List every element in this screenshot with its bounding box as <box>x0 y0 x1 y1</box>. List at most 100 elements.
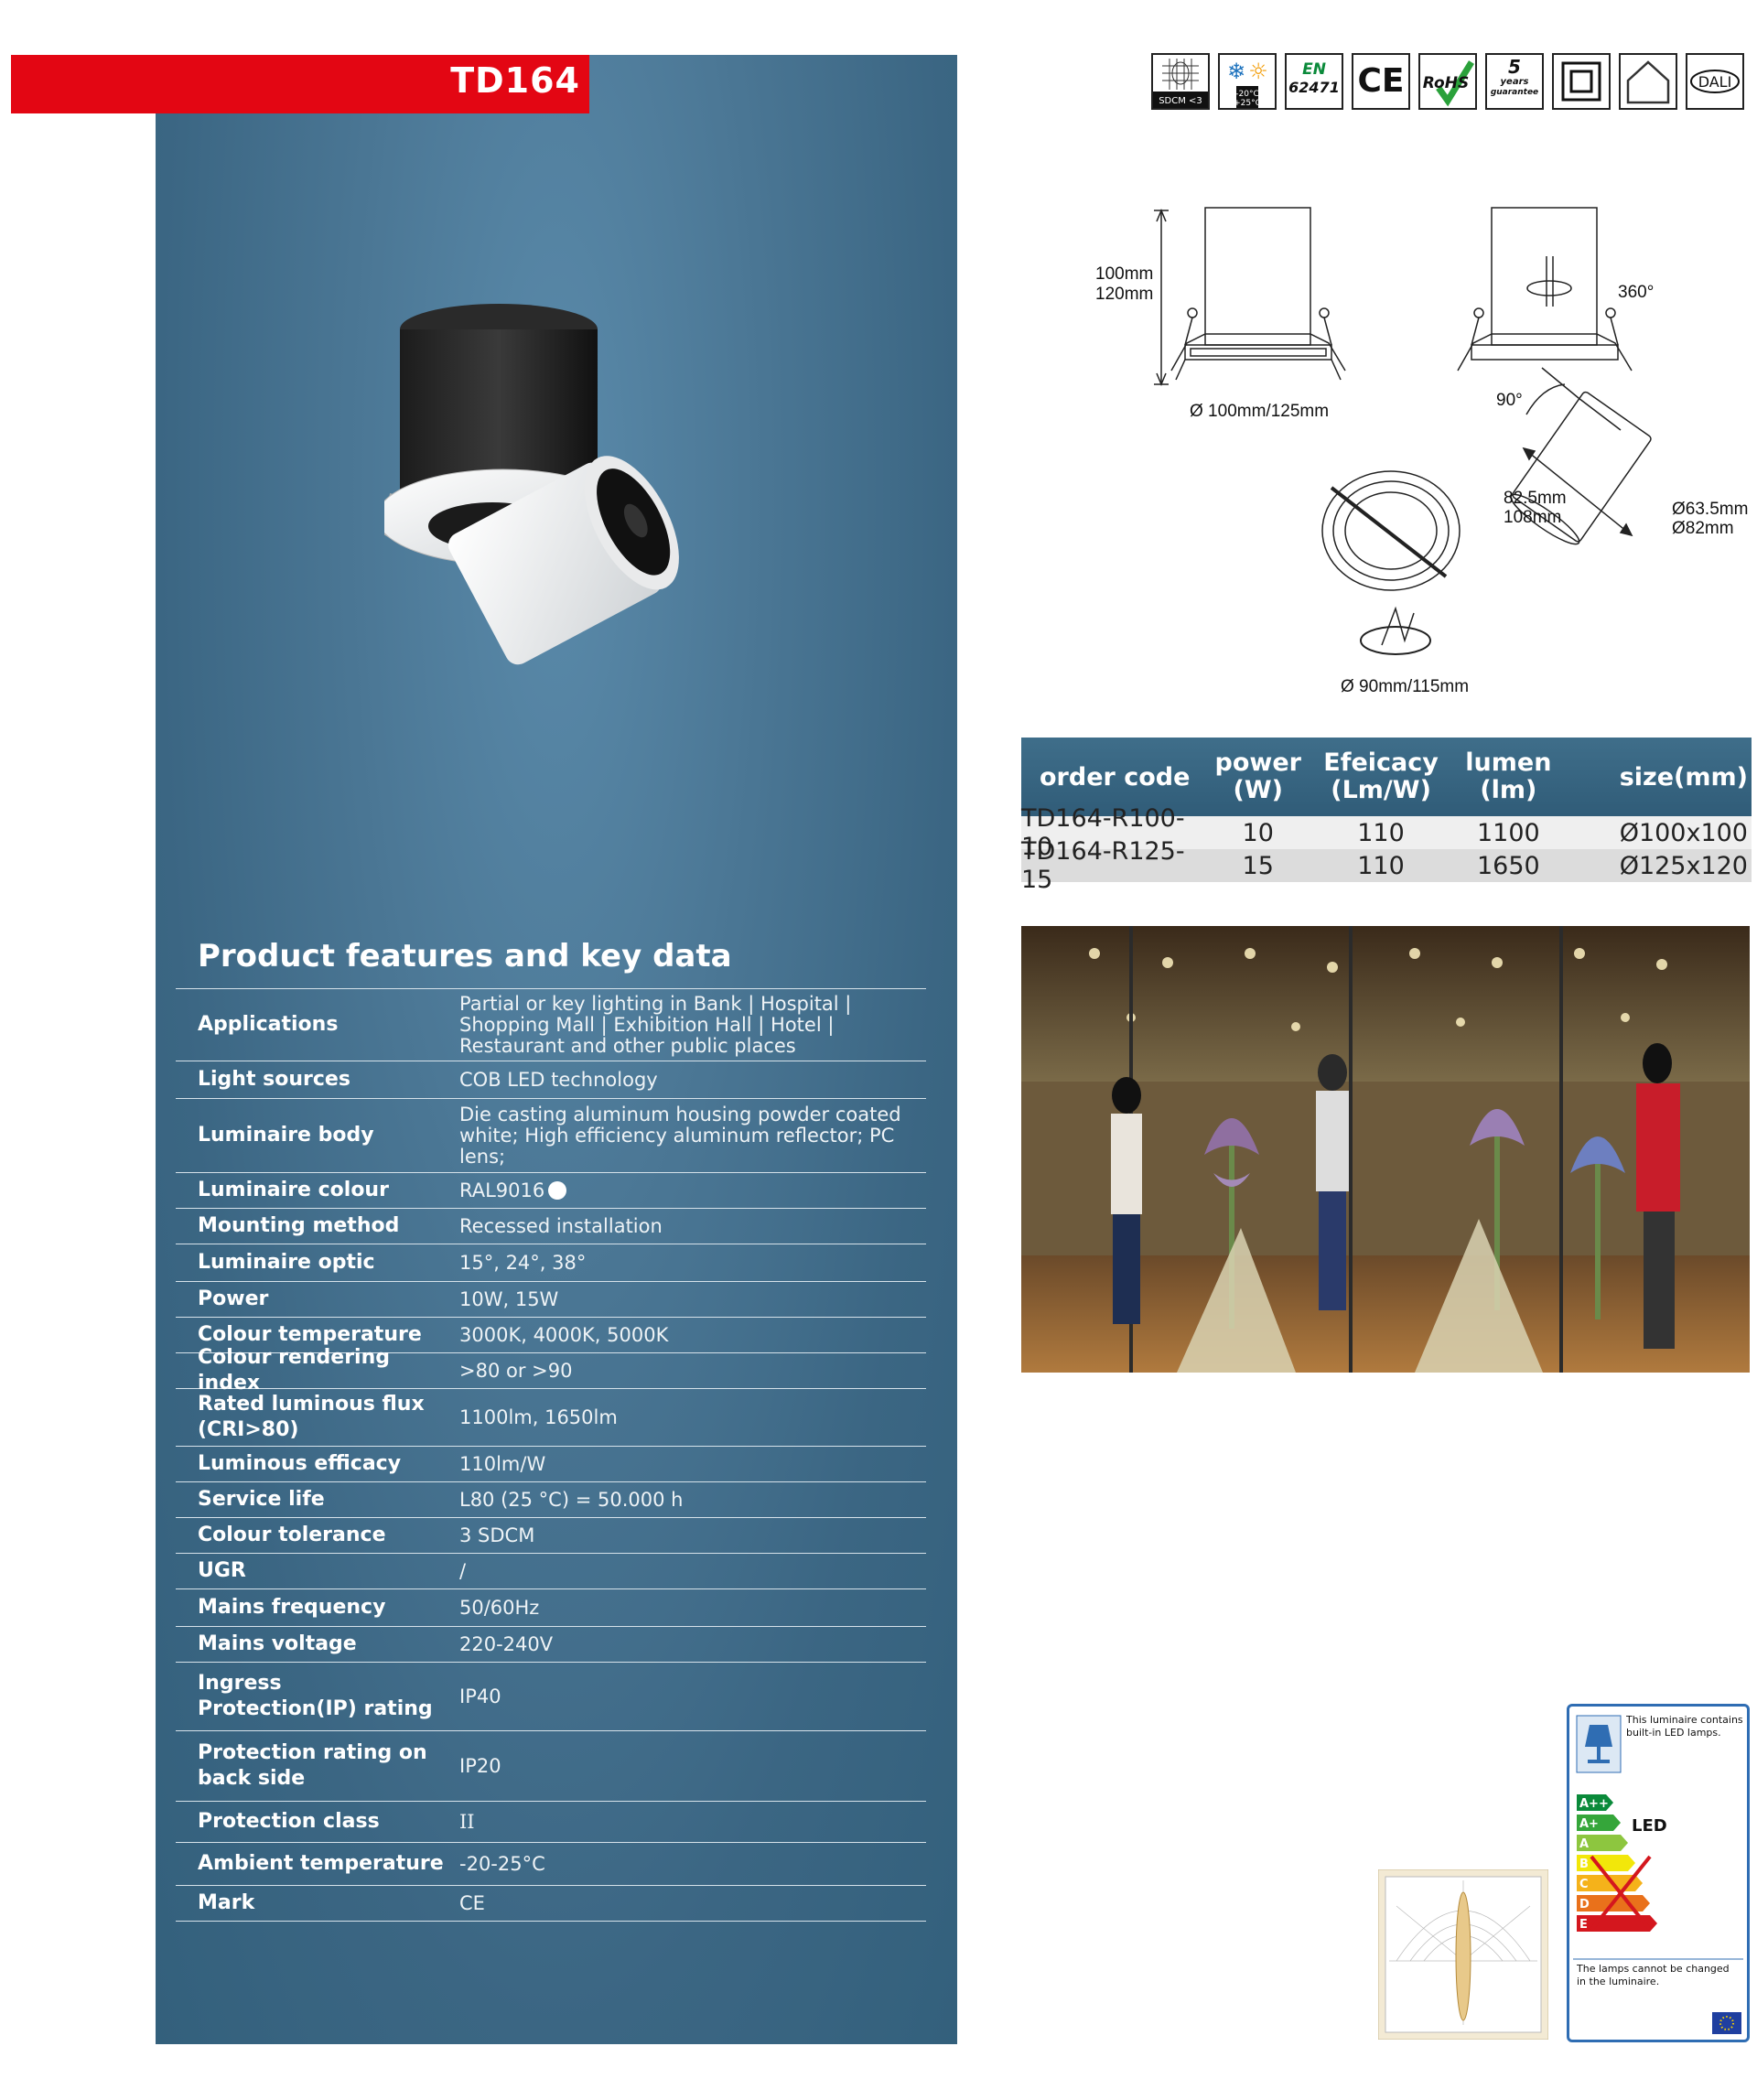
feature-value: L80 (25 °C) = 50.000 h <box>459 1488 684 1511</box>
feature-row-mains-voltage: Mains voltage 220-240V <box>176 1627 926 1663</box>
cell-lumen: 1650 <box>1476 851 1540 880</box>
feature-label: Ingress Protection(IP) rating <box>198 1672 433 1720</box>
warranty-years: 5 <box>1508 56 1521 78</box>
sdcm-icon: SDCM <3 <box>1151 53 1210 110</box>
svg-text:A+: A+ <box>1579 1817 1599 1831</box>
feature-label: Luminaire colour <box>198 1179 389 1201</box>
table-row: TD164-R125-15 15 110 1650 Ø125x120 <box>1021 837 1752 894</box>
feature-row-luminaire-colour: Luminaire colour RAL9016 <box>176 1173 926 1209</box>
cell-size: Ø125x120 <box>1619 851 1748 880</box>
en-label: EN <box>1302 60 1326 79</box>
feature-row-ugr: UGR / <box>176 1554 926 1589</box>
polar-diagram <box>1378 1869 1548 2040</box>
certification-icons: SDCM <3 ❄ ☼ -20°C +25°C EN 62471 CE RoHS… <box>1151 53 1744 110</box>
feature-row-back-side-rating: Protection rating on back side IP20 <box>176 1731 926 1802</box>
feature-row-ip-rating: Ingress Protection(IP) rating IP40 <box>176 1663 926 1731</box>
feature-row-mains-frequency: Mains frequency 50/60Hz <box>176 1589 926 1627</box>
dimension-drawings: 100mm 120mm Ø 100mm/125mm 360° 90° 82.5m… <box>1095 207 1748 696</box>
feature-value: IP40 <box>459 1685 501 1707</box>
dim-head-diameter: Ø63.5mm <box>1672 500 1748 519</box>
feature-label: Mounting method <box>198 1214 400 1237</box>
feature-label: Rated luminous flux (CRI>80) <box>198 1393 425 1441</box>
cell-power: 15 <box>1242 851 1274 880</box>
feature-value: 220-240V <box>459 1632 554 1655</box>
svg-text:D: D <box>1579 1898 1590 1912</box>
ce-icon: CE <box>1352 53 1410 110</box>
feature-value: / <box>459 1559 467 1582</box>
rohs-icon: RoHS <box>1418 53 1477 110</box>
energy-bottom-text: The lamps cannot be changed in the lumin… <box>1577 1963 1730 1987</box>
feature-label: Colour temperature <box>198 1323 422 1346</box>
cell-power: 10 <box>1242 818 1274 847</box>
sdcm-label: SDCM <3 <box>1159 96 1202 106</box>
feature-value: 50/60Hz <box>459 1596 540 1619</box>
feature-value: RAL9016 <box>459 1179 545 1201</box>
cell-order-code: TD164-R125-15 <box>1021 837 1185 894</box>
application-photo <box>1021 926 1750 1373</box>
cell-efficacy: 110 <box>1357 818 1405 847</box>
svg-text:RoHS: RoHS <box>1423 74 1469 92</box>
en-standard-icon: EN 62471 <box>1285 53 1343 110</box>
dim-head-diameter-2: Ø82mm <box>1672 519 1734 538</box>
feature-label: Mains frequency <box>198 1596 386 1619</box>
feature-value: IP20 <box>459 1754 501 1777</box>
feature-row-optic: Luminaire optic 15°, 24°, 38° <box>176 1244 926 1282</box>
feature-value: 1100lm, 1650lm <box>459 1405 618 1428</box>
indoor-icon <box>1619 53 1677 110</box>
en-number: 62471 <box>1288 79 1340 96</box>
features-table: Applications Partial or key lighting in … <box>176 988 926 1922</box>
feature-row-ambient-temperature: Ambient temperature -20-25°C <box>176 1843 926 1886</box>
temperature-icon: ❄ ☼ -20°C +25°C <box>1218 53 1277 110</box>
order-table: order code power (W) Efeicacy (Lm/W) lum… <box>1021 738 1752 894</box>
class-ii-icon <box>1552 53 1611 110</box>
svg-text:☼: ☼ <box>1248 59 1268 84</box>
cell-efficacy: 110 <box>1357 851 1405 880</box>
feature-value-colour: RAL9016 <box>459 1179 935 1201</box>
feature-label: Applications <box>198 1013 339 1036</box>
warranty-icon: 5 years guarantee <box>1485 53 1544 110</box>
feature-row-cri: Colour rendering index >80 or >90 <box>176 1346 926 1395</box>
feature-value: 3000K, 4000K, 5000K <box>459 1323 669 1346</box>
feature-value: 110lm/W <box>459 1452 546 1475</box>
colour-swatch <box>548 1180 567 1200</box>
feature-label: Protection class <box>198 1810 380 1833</box>
warranty-unit: years <box>1500 77 1529 87</box>
cell-size: Ø100x100 <box>1619 818 1748 847</box>
dim-length-2: 108mm <box>1504 508 1561 527</box>
feature-value: >80 or >90 <box>459 1359 573 1382</box>
dim-tilt: 90° <box>1496 391 1523 410</box>
dim-diameter: Ø 100mm/125mm <box>1190 402 1329 421</box>
feature-value: II <box>459 1810 475 1833</box>
feature-label: Service life <box>198 1488 325 1511</box>
dim-height: 100mm <box>1095 264 1153 284</box>
feature-value: 10W, 15W <box>459 1287 559 1310</box>
col-size: size(mm) <box>1619 762 1749 792</box>
col-efficacy: Efeicacy (Lm/W) <box>1323 748 1439 804</box>
col-order-code: order code <box>1040 762 1191 792</box>
svg-text:DALI: DALI <box>1698 73 1732 91</box>
dim-rotation: 360° <box>1618 283 1654 302</box>
feature-value: -20-25°C <box>459 1852 545 1875</box>
feature-label: UGR <box>198 1559 246 1582</box>
feature-label: Luminaire body <box>198 1124 374 1147</box>
product-photo <box>384 304 679 665</box>
feature-label: Protection rating on back side <box>198 1741 427 1790</box>
feature-value: Recessed installation <box>459 1214 663 1237</box>
feature-row-luminous-flux: Rated luminous flux (CRI>80) 1100lm, 165… <box>176 1389 926 1447</box>
feature-value: 3 SDCM <box>459 1524 535 1546</box>
cell-lumen: 1100 <box>1476 818 1540 847</box>
energy-label: This luminaire contains built-in LED lam… <box>1567 1704 1750 2042</box>
feature-value: CE <box>459 1891 485 1914</box>
feature-label: Mark <box>198 1891 255 1914</box>
feature-label: Colour tolerance <box>198 1524 386 1546</box>
col-lumen: lumen (lm) <box>1465 748 1552 804</box>
feature-row-efficacy: Luminous efficacy 110lm/W <box>176 1447 926 1482</box>
svg-text:+25°C: +25°C <box>1234 99 1261 108</box>
feature-label: Light sources <box>198 1068 350 1091</box>
feature-label: Ambient temperature <box>198 1852 444 1875</box>
energy-top-text: This luminaire contains built-in LED lam… <box>1626 1714 1743 1739</box>
side-view-drawing <box>1154 207 1346 386</box>
dim-cutout: Ø 90mm/115mm <box>1341 677 1469 696</box>
svg-text:E: E <box>1579 1918 1588 1932</box>
col-power: power (W) <box>1214 748 1301 804</box>
